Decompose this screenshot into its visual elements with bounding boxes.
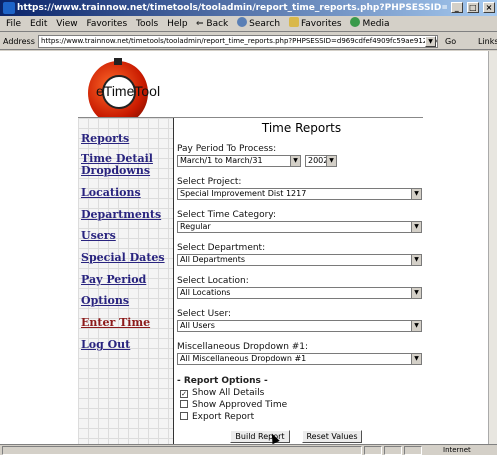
status-segment (384, 446, 402, 455)
chevron-down-icon: ▼ (411, 321, 421, 331)
page-content: eTimeTool Reports Time Detail Dropdowns … (0, 51, 488, 444)
favorites-label: Favorites (300, 19, 342, 29)
go-button[interactable]: Go (445, 33, 456, 50)
media-button[interactable]: Media (350, 16, 390, 32)
back-button[interactable]: ⇐ Back (196, 16, 228, 32)
show-approved-time-checkbox[interactable]: Show Approved Time (180, 400, 287, 410)
chevron-down-icon: ▼ (411, 189, 421, 199)
time-category-value: Regular (180, 222, 211, 231)
project-label: Select Project: (177, 177, 242, 187)
menu-file[interactable]: File (6, 19, 21, 29)
favorites-icon (288, 17, 299, 27)
checkbox-label: Show All Details (192, 388, 265, 398)
status-segment (364, 446, 382, 455)
misc-dropdown-select[interactable]: All Miscellaneous Dropdown #1 ▼ (177, 353, 422, 365)
search-icon (237, 17, 248, 27)
department-select[interactable]: All Departments ▼ (177, 254, 422, 266)
menu-tools[interactable]: Tools (136, 19, 158, 29)
menu-favorites[interactable]: Favorites (86, 19, 127, 29)
media-label: Media (362, 19, 390, 29)
logo-text: eTimeTool (96, 83, 161, 99)
location-label: Select Location: (177, 276, 249, 286)
year-select[interactable]: 2002 ▼ (305, 155, 337, 167)
clock-knob (114, 58, 122, 65)
location-select[interactable]: All Locations ▼ (177, 287, 422, 299)
reset-values-button[interactable]: Reset Values (302, 430, 362, 443)
chevron-down-icon: ▼ (411, 354, 421, 364)
chevron-down-icon: ▼ (326, 156, 336, 166)
location-value: All Locations (180, 288, 231, 297)
vertical-scrollbar[interactable] (488, 51, 497, 444)
report-form: Time Reports Pay Period To Process: Marc… (174, 118, 429, 444)
department-value: All Departments (180, 255, 246, 264)
address-input[interactable]: https://www.trainnow.net/timetools/toola… (38, 35, 438, 48)
sidebar-item-options[interactable]: Options (81, 295, 129, 307)
search-button[interactable]: Search (237, 16, 280, 32)
toolbar: ⇐ Back Search Favorites Media (196, 16, 396, 32)
media-icon (350, 17, 361, 27)
menu-help[interactable]: Help (167, 19, 188, 29)
address-dropdown-icon[interactable]: ▼ (425, 36, 436, 47)
show-all-details-checkbox[interactable]: ✓ Show All Details (180, 388, 264, 398)
chevron-down-icon: ▼ (411, 255, 421, 265)
time-category-label: Select Time Category: (177, 210, 276, 220)
sidebar-item-locations[interactable]: Locations (81, 187, 141, 199)
checkbox-checked-icon[interactable]: ✓ (180, 390, 188, 398)
window-title: https://www.trainnow.net/timetools/toola… (17, 3, 447, 13)
menu-edit[interactable]: Edit (30, 19, 47, 29)
user-label: Select User: (177, 309, 232, 319)
report-options-header: - Report Options - (177, 376, 268, 386)
sidebar-item-reports[interactable]: Reports (81, 133, 129, 145)
maximize-button[interactable]: □ (466, 2, 479, 13)
chevron-down-icon: ▼ (411, 288, 421, 298)
sidebar-item-enter-time[interactable]: Enter Time (81, 317, 150, 329)
sidebar-item-special-dates[interactable]: Special Dates (81, 252, 165, 264)
status-bar: Internet (0, 444, 497, 455)
minimize-button[interactable]: _ (450, 2, 463, 13)
page-title: Time Reports (261, 121, 342, 135)
sidebar-item-departments[interactable]: Departments (81, 209, 161, 221)
address-label: Address (3, 37, 35, 46)
pay-period-label: Pay Period To Process: (177, 144, 277, 154)
favorites-button[interactable]: Favorites (288, 16, 342, 32)
export-report-checkbox[interactable]: Export Report (180, 412, 254, 422)
chevron-down-icon: ▼ (290, 156, 300, 166)
user-select[interactable]: All Users ▼ (177, 320, 422, 332)
sidebar-nav: Reports Time Detail Dropdowns Locations … (78, 118, 174, 444)
chevron-down-icon: ▼ (411, 222, 421, 232)
menu-bar: File Edit View Favorites Tools Help ⇐ Ba… (0, 16, 497, 32)
pay-period-value: March/1 to March/31 (180, 156, 263, 165)
menu-view[interactable]: View (56, 19, 77, 29)
status-text (2, 446, 362, 455)
user-value: All Users (180, 321, 215, 330)
checkbox-icon[interactable] (180, 412, 188, 420)
department-label: Select Department: (177, 243, 266, 253)
build-report-button[interactable]: Build Report (230, 430, 290, 443)
misc-dropdown-label: Miscellaneous Dropdown #1: (177, 342, 309, 352)
links-button[interactable]: Links (478, 33, 497, 50)
sidebar-item-pay-period[interactable]: Pay Period (81, 274, 146, 286)
address-bar: Address https://www.trainnow.net/timetoo… (0, 33, 497, 50)
checkbox-label: Export Report (192, 412, 255, 422)
project-value: Special Improvement Dist 1217 (180, 189, 307, 198)
checkbox-icon[interactable] (180, 400, 188, 408)
project-select[interactable]: Special Improvement Dist 1217 ▼ (177, 188, 422, 200)
browser-window: https://www.trainnow.net/timetools/toola… (0, 0, 497, 455)
pay-period-select[interactable]: March/1 to March/31 ▼ (177, 155, 301, 167)
sidebar-item-log-out[interactable]: Log Out (81, 339, 130, 351)
checkbox-label: Show Approved Time (192, 400, 288, 410)
sidebar-item-users[interactable]: Users (81, 230, 116, 242)
sidebar-item-dropdowns[interactable]: Dropdowns (81, 165, 150, 177)
search-label: Search (249, 19, 281, 29)
misc-dropdown-value: All Miscellaneous Dropdown #1 (180, 354, 307, 363)
title-bar: https://www.trainnow.net/timetools/toola… (0, 0, 497, 16)
close-button[interactable]: × (483, 2, 495, 13)
ie-icon (3, 2, 15, 14)
internet-zone: Internet (443, 446, 471, 454)
time-category-select[interactable]: Regular ▼ (177, 221, 422, 233)
lock-icon (404, 446, 422, 455)
